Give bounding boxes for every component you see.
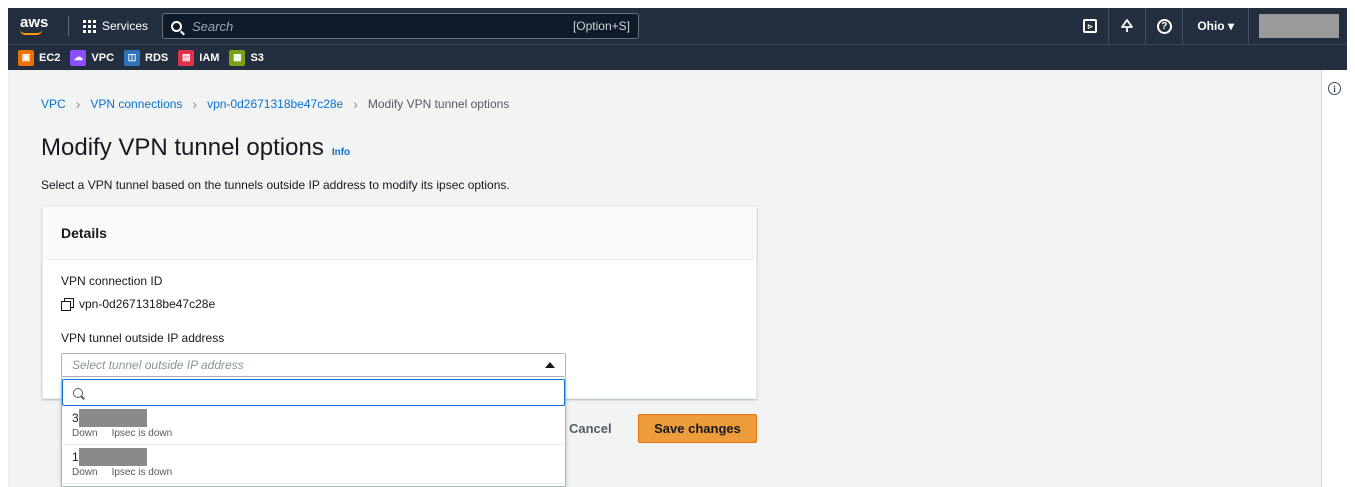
favorite-label: IAM [199, 51, 220, 64]
vpc-icon: ☁ [70, 49, 87, 66]
option-detail: Ipsec is down [111, 428, 173, 439]
top-navigation: aws Services Search [Option+S] ▹ ? Ohio … [8, 8, 1347, 44]
services-menu-button[interactable]: Services [77, 19, 154, 33]
connection-id-text: vpn-0d2671318be47c28e [79, 297, 216, 311]
divider [68, 16, 69, 36]
right-rail: i [1321, 70, 1347, 487]
tunnel-ip-label: VPN tunnel outside IP address [61, 331, 225, 345]
favorite-label: RDS [145, 51, 169, 64]
search-icon [73, 387, 83, 398]
option-status: Down [72, 467, 98, 478]
s3-icon: ▦ [229, 49, 246, 66]
chevron-right-icon: › [75, 96, 81, 112]
search-shortcut: [Option+S] [572, 19, 631, 33]
region-selector[interactable]: Ohio ▾ [1183, 8, 1249, 44]
aws-logo-text: aws [20, 14, 49, 31]
info-icon[interactable]: i [1328, 82, 1341, 95]
connection-id-value: vpn-0d2671318be47c28e [61, 297, 215, 311]
breadcrumb-current: Modify VPN tunnel options [367, 97, 510, 111]
grid-icon [83, 19, 96, 33]
breadcrumb-vpn-id[interactable]: vpn-0d2671318be47c28e [207, 97, 343, 111]
save-changes-button[interactable]: Save changes [638, 414, 757, 443]
breadcrumb-vpc[interactable]: VPC [41, 97, 66, 111]
details-header: Details [43, 207, 756, 260]
rds-icon: ◫ [124, 49, 141, 66]
tunnel-ip-dropdown: 3 Down Ipsec is down 1 Down Ipsec is dow… [61, 377, 566, 487]
cancel-button[interactable]: Cancel [569, 414, 624, 442]
aws-smile-icon [20, 30, 42, 35]
favorite-label: S3 [250, 51, 264, 64]
page-description: Select a VPN tunnel based on the tunnels… [41, 178, 510, 192]
option-detail: Ipsec is down [111, 467, 173, 478]
favorites-bar: ▣ EC2 ☁ VPC ◫ RDS ▤ IAM ▦ S3 [8, 44, 1347, 70]
page-title: Modify VPN tunnel options Info [41, 134, 350, 162]
services-label: Services [102, 19, 149, 33]
search-placeholder: Search [192, 18, 234, 34]
chevron-right-icon: › [353, 96, 358, 112]
favorite-iam[interactable]: ▤ IAM [178, 49, 220, 66]
select-placeholder: Select tunnel outside IP address [72, 358, 244, 372]
favorite-label: VPC [91, 51, 115, 64]
option-ip-prefix: 1 [72, 450, 79, 464]
breadcrumb-vpn-connections[interactable]: VPN connections [90, 97, 182, 111]
page-title-text: Modify VPN tunnel options [41, 134, 324, 161]
favorite-s3[interactable]: ▦ S3 [229, 49, 264, 66]
ec2-icon: ▣ [18, 49, 34, 66]
favorite-label: EC2 [39, 51, 61, 64]
favorite-ec2[interactable]: ▣ EC2 [18, 49, 61, 66]
breadcrumb: VPC › VPN connections › vpn-0d2671318be4… [41, 96, 509, 112]
account-menu-redacted[interactable] [1259, 14, 1339, 38]
redacted-ip [78, 448, 147, 466]
main-content: VPC › VPN connections › vpn-0d2671318be4… [8, 70, 1321, 487]
redacted-ip [78, 409, 147, 427]
tunnel-ip-select[interactable]: Select tunnel outside IP address [61, 353, 566, 377]
notifications-button[interactable] [1109, 8, 1147, 44]
dropdown-option[interactable]: 1 Down Ipsec is down [62, 445, 565, 484]
caret-up-icon [545, 362, 555, 368]
cloudshell-icon: ▹ [1083, 19, 1098, 33]
favorite-rds[interactable]: ◫ RDS [124, 49, 169, 66]
info-link[interactable]: Info [332, 147, 350, 158]
cloudshell-button[interactable]: ▹ [1072, 8, 1110, 44]
dropdown-option[interactable]: 3 Down Ipsec is down [62, 406, 565, 445]
search-input[interactable]: Search [Option+S] [162, 13, 640, 39]
aws-logo[interactable]: aws [20, 14, 60, 38]
chevron-right-icon: › [192, 96, 198, 112]
option-ip-prefix: 3 [72, 411, 79, 425]
option-status: Down [72, 428, 98, 439]
top-right-controls: ▹ ? Ohio ▾ [1072, 8, 1347, 44]
help-button[interactable]: ? [1146, 8, 1184, 44]
copy-icon[interactable] [61, 298, 74, 311]
help-icon: ? [1156, 18, 1172, 34]
search-icon [171, 20, 183, 32]
dropdown-search-input[interactable] [62, 379, 565, 406]
bell-icon [1121, 19, 1134, 32]
favorite-vpc[interactable]: ☁ VPC [70, 49, 115, 66]
iam-icon: ▤ [178, 49, 195, 66]
connection-id-label: VPN connection ID [61, 274, 163, 288]
